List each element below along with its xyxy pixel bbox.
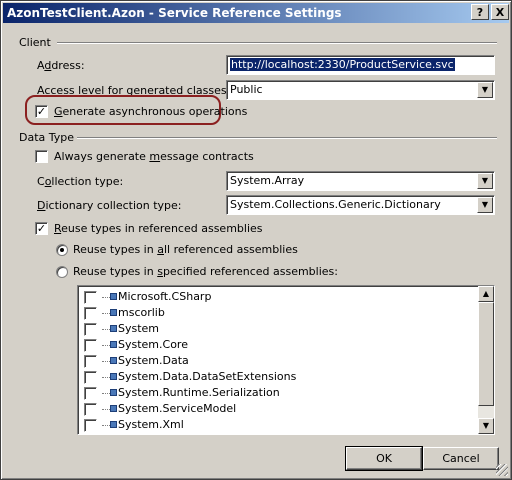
assembly-name: System.ServiceModel [118, 402, 237, 415]
always-generate-contracts-checkbox[interactable] [35, 150, 48, 163]
resize-grip-icon[interactable] [496, 464, 508, 476]
assembly-name: System.Xml [118, 418, 184, 431]
always-generate-contracts-label: Always generate message contracts [54, 150, 254, 163]
collection-type-select[interactable]: System.Array ▼ [226, 171, 495, 191]
scroll-up-icon[interactable]: ▲ [478, 286, 494, 302]
title-bar: AzonTestClient.Azon - Service Reference … [3, 3, 509, 23]
assembly-checkbox[interactable] [84, 371, 97, 384]
assembly-reference-icon [110, 389, 117, 396]
scroll-down-icon[interactable]: ▼ [478, 418, 494, 434]
assembly-checkbox[interactable] [84, 355, 97, 368]
assembly-checkbox[interactable] [84, 419, 97, 432]
reuse-types-checkbox[interactable]: ✓ [35, 222, 48, 235]
list-scrollbar[interactable]: ▲ ▼ [478, 286, 494, 434]
assembly-reference-icon [110, 405, 117, 412]
assembly-checkbox[interactable] [84, 307, 97, 320]
assembly-reference-icon [110, 309, 117, 316]
ok-button[interactable]: OK [345, 446, 423, 471]
assembly-checkbox[interactable] [84, 339, 97, 352]
chevron-down-icon[interactable]: ▼ [477, 197, 493, 213]
chevron-down-icon[interactable]: ▼ [477, 82, 493, 98]
assembly-name: System.Core [118, 338, 188, 351]
service-reference-settings-dialog: AzonTestClient.Azon - Service Reference … [0, 0, 512, 480]
assembly-name: mscorlib [118, 306, 165, 319]
reuse-all-label: Reuse types in all referenced assemblies [73, 243, 298, 256]
scroll-thumb[interactable] [478, 302, 494, 406]
assembly-reference-icon [110, 357, 117, 364]
address-value: http://localhost:2330/ProductService.svc [230, 58, 455, 71]
reuse-types-label: Reuse types in referenced assemblies [54, 222, 263, 235]
generate-async-label: Generate asynchronous operations [54, 105, 248, 118]
assembly-name: System.Data [118, 354, 189, 367]
client-group-label: Client [19, 36, 51, 49]
address-label: Address: [37, 59, 85, 72]
assembly-name: System.Data.DataSetExtensions [118, 370, 297, 383]
chevron-down-icon[interactable]: ▼ [477, 173, 493, 189]
reuse-all-radio[interactable] [56, 244, 68, 256]
assembly-name: System [118, 322, 160, 335]
collection-type-label: Collection type: [37, 175, 124, 188]
assembly-checkbox[interactable] [84, 291, 97, 304]
radio-selected-dot [60, 248, 64, 252]
access-level-select[interactable]: Public ▼ [226, 80, 495, 100]
dictionary-type-value: System.Collections.Generic.Dictionary [230, 198, 441, 211]
referenced-assemblies-list[interactable]: Microsoft.CSharp mscorlib System System.Cor… [77, 285, 495, 435]
collection-type-value: System.Array [230, 174, 305, 187]
close-button[interactable]: X [491, 4, 509, 20]
help-button[interactable]: ? [471, 4, 489, 20]
assembly-name: System.Runtime.Serialization [118, 386, 280, 399]
data-type-group-divider [77, 137, 497, 139]
address-input[interactable]: http://localhost:2330/ProductService.svc [226, 55, 495, 75]
window-title: AzonTestClient.Azon - Service Reference … [7, 6, 342, 20]
assembly-name: Microsoft.CSharp [118, 290, 212, 303]
assembly-reference-icon [110, 421, 117, 428]
reuse-specified-label: Reuse types in specified referenced asse… [73, 265, 338, 278]
client-group-divider [57, 42, 497, 44]
dictionary-type-select[interactable]: System.Collections.Generic.Dictionary ▼ [226, 195, 495, 215]
assembly-reference-icon [110, 293, 117, 300]
assembly-reference-icon [110, 373, 117, 380]
cancel-button[interactable]: Cancel [423, 447, 499, 470]
reuse-specified-radio[interactable] [56, 266, 68, 278]
assembly-checkbox[interactable] [84, 403, 97, 416]
access-level-value: Public [230, 83, 263, 96]
assembly-checkbox[interactable] [84, 323, 97, 336]
assembly-reference-icon [110, 341, 117, 348]
generate-async-checkbox[interactable]: ✓ [35, 105, 48, 118]
data-type-group-label: Data Type [19, 131, 75, 144]
dictionary-type-label: Dictionary collection type: [37, 199, 182, 212]
assembly-reference-icon [110, 325, 117, 332]
assembly-checkbox[interactable] [84, 387, 97, 400]
